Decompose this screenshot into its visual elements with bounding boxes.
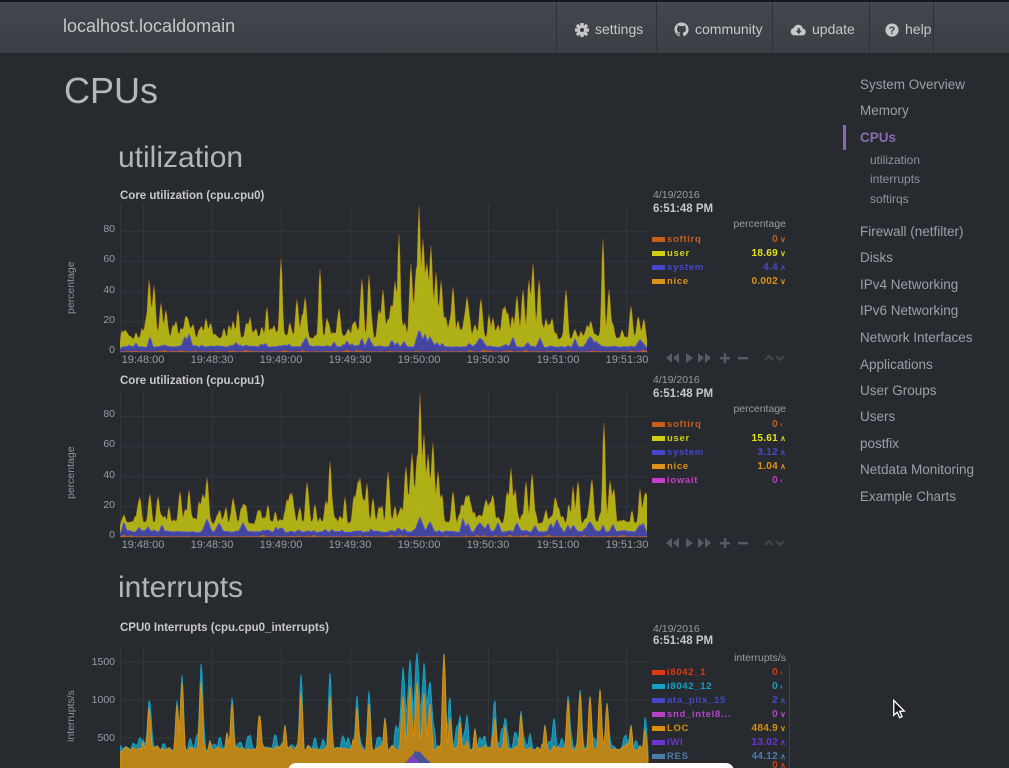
svg-text:?: ? bbox=[889, 25, 896, 37]
